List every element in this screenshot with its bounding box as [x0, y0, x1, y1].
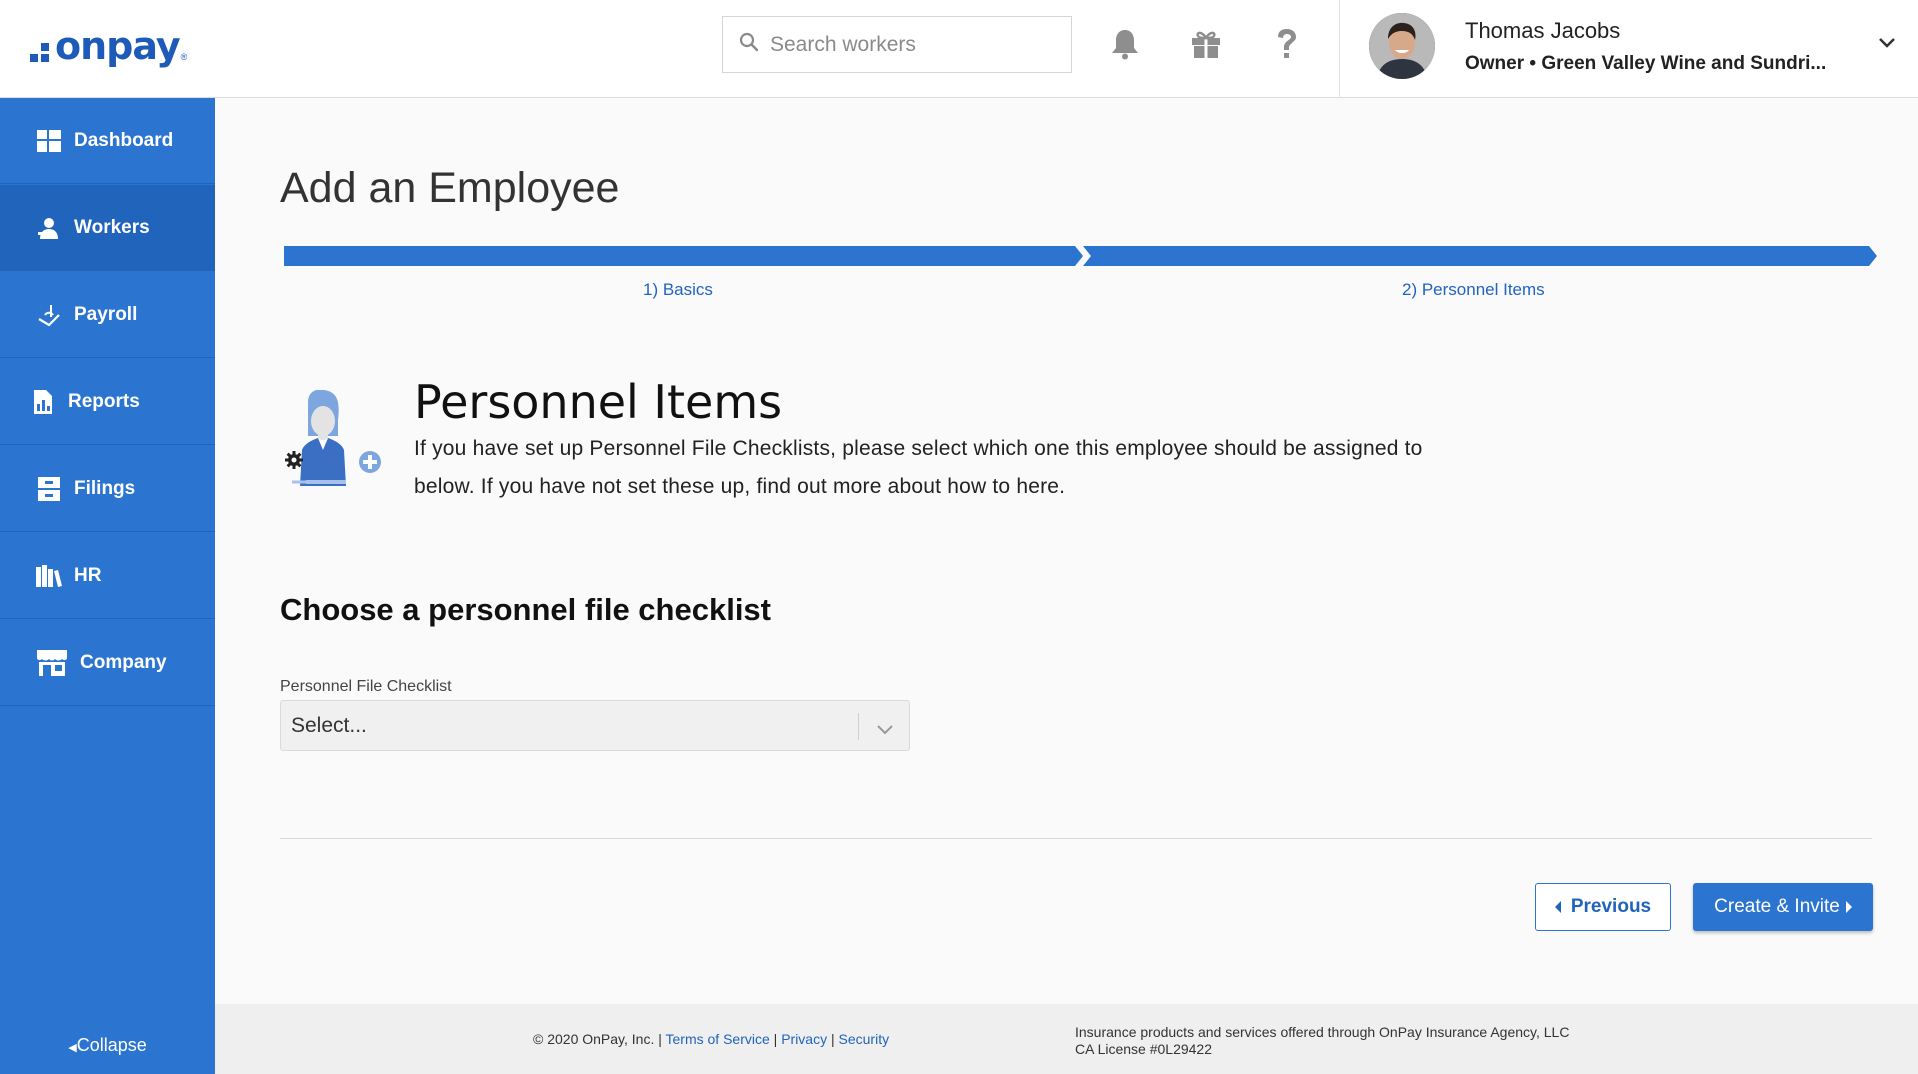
sidebar-item-company[interactable]: Company	[0, 620, 215, 706]
user-name[interactable]: Thomas Jacobs	[1465, 18, 1620, 44]
collapse-sidebar-button[interactable]: ◀Collapse	[0, 1035, 215, 1056]
chevron-down-icon[interactable]	[1878, 36, 1896, 54]
page-title: Add an Employee	[280, 164, 620, 212]
sidebar-item-label: Workers	[74, 216, 150, 238]
search-icon	[739, 32, 759, 57]
security-link[interactable]: Security	[839, 1031, 890, 1047]
sidebar-item-label: Payroll	[74, 303, 138, 325]
create-invite-label: Create & Invite	[1714, 896, 1840, 917]
company-icon	[36, 649, 68, 676]
sidebar-item-workers[interactable]: Workers	[0, 185, 215, 271]
footer: © 2020 OnPay, Inc. | Terms of Service | …	[215, 1004, 1918, 1074]
workers-icon	[36, 215, 62, 241]
section-divider	[280, 838, 1872, 839]
step-label-basics[interactable]: 1) Basics	[643, 280, 713, 300]
logo-registered-mark: ®	[180, 52, 188, 62]
previous-label: Previous	[1570, 896, 1652, 917]
sidebar-item-filings[interactable]: Filings	[0, 446, 215, 532]
checklist-field-label: Personnel File Checklist	[280, 678, 452, 695]
select-divider	[858, 713, 859, 740]
caret-right-icon	[1845, 901, 1852, 913]
section-description: If you have set up Personnel File Checkl…	[414, 437, 1423, 498]
copyright-text: © 2020 OnPay, Inc. |	[533, 1031, 662, 1047]
sidebar-item-label: HR	[74, 564, 102, 586]
personnel-checklist-select[interactable]: Select...	[280, 700, 910, 751]
reports-icon	[30, 389, 56, 415]
sidebar-item-dashboard[interactable]: Dashboard	[0, 98, 215, 184]
help-icon[interactable]	[1269, 26, 1305, 62]
search-box[interactable]	[722, 16, 1072, 73]
step-2-bar	[1083, 246, 1877, 266]
user-role[interactable]: Owner • Green Valley Wine and Sundri...	[1465, 53, 1826, 75]
filings-icon	[36, 476, 62, 502]
hr-icon	[36, 563, 62, 589]
gift-icon[interactable]	[1188, 26, 1224, 62]
sidebar-item-payroll[interactable]: Payroll	[0, 272, 215, 358]
dashboard-icon	[36, 128, 62, 154]
footer-copyright: © 2020 OnPay, Inc. | Terms of Service | …	[533, 1031, 889, 1047]
sidebar-item-hr[interactable]: HR	[0, 533, 215, 619]
top-header: onpay ® Thomas Jacobs Owner • Green Vall…	[0, 0, 1918, 98]
sidebar-item-label: Filings	[74, 477, 136, 499]
caret-left-icon: ◀	[68, 1042, 77, 1054]
select-value: Select...	[291, 713, 367, 737]
onpay-logo[interactable]: onpay ®	[30, 24, 187, 68]
sidebar-item-label: Dashboard	[74, 129, 174, 151]
collapse-label: Collapse	[76, 1035, 147, 1055]
logo-dots	[30, 42, 49, 62]
insurance-line-2: CA License #0L29422	[1075, 1041, 1212, 1057]
footer-separator: |	[773, 1031, 778, 1047]
terms-of-service-link[interactable]: Terms of Service	[666, 1031, 770, 1047]
footer-insurance: Insurance products and services offered …	[1075, 1024, 1569, 1058]
sidebar-item-label: Reports	[68, 390, 140, 412]
sidebar-item-label: Company	[80, 651, 167, 673]
search-input[interactable]	[770, 32, 1060, 57]
user-avatar[interactable]	[1369, 13, 1435, 79]
previous-button[interactable]: Previous	[1535, 883, 1671, 931]
insurance-line-1: Insurance products and services offered …	[1075, 1024, 1570, 1040]
step-1-bar	[284, 246, 1083, 266]
chevron-down-icon[interactable]	[876, 718, 894, 742]
section-title: Personnel Items	[414, 375, 783, 429]
caret-left-icon	[1554, 901, 1561, 913]
bell-icon[interactable]	[1107, 26, 1143, 62]
step-label-personnel-items[interactable]: 2) Personnel Items	[1402, 280, 1545, 300]
sidebar: Dashboard Workers Payroll Reports Filing…	[0, 98, 215, 1074]
header-divider	[1339, 0, 1340, 98]
payroll-icon	[36, 302, 62, 328]
privacy-link[interactable]: Privacy	[781, 1031, 827, 1047]
sidebar-item-reports[interactable]: Reports	[0, 359, 215, 445]
logo-text: onpay	[55, 24, 181, 68]
create-invite-button[interactable]: Create & Invite	[1693, 883, 1873, 931]
footer-separator: |	[830, 1031, 835, 1047]
choose-checklist-heading: Choose a personnel file checklist	[280, 592, 771, 627]
step-progress-bar	[284, 246, 1877, 266]
employee-illustration-icon	[282, 389, 386, 494]
